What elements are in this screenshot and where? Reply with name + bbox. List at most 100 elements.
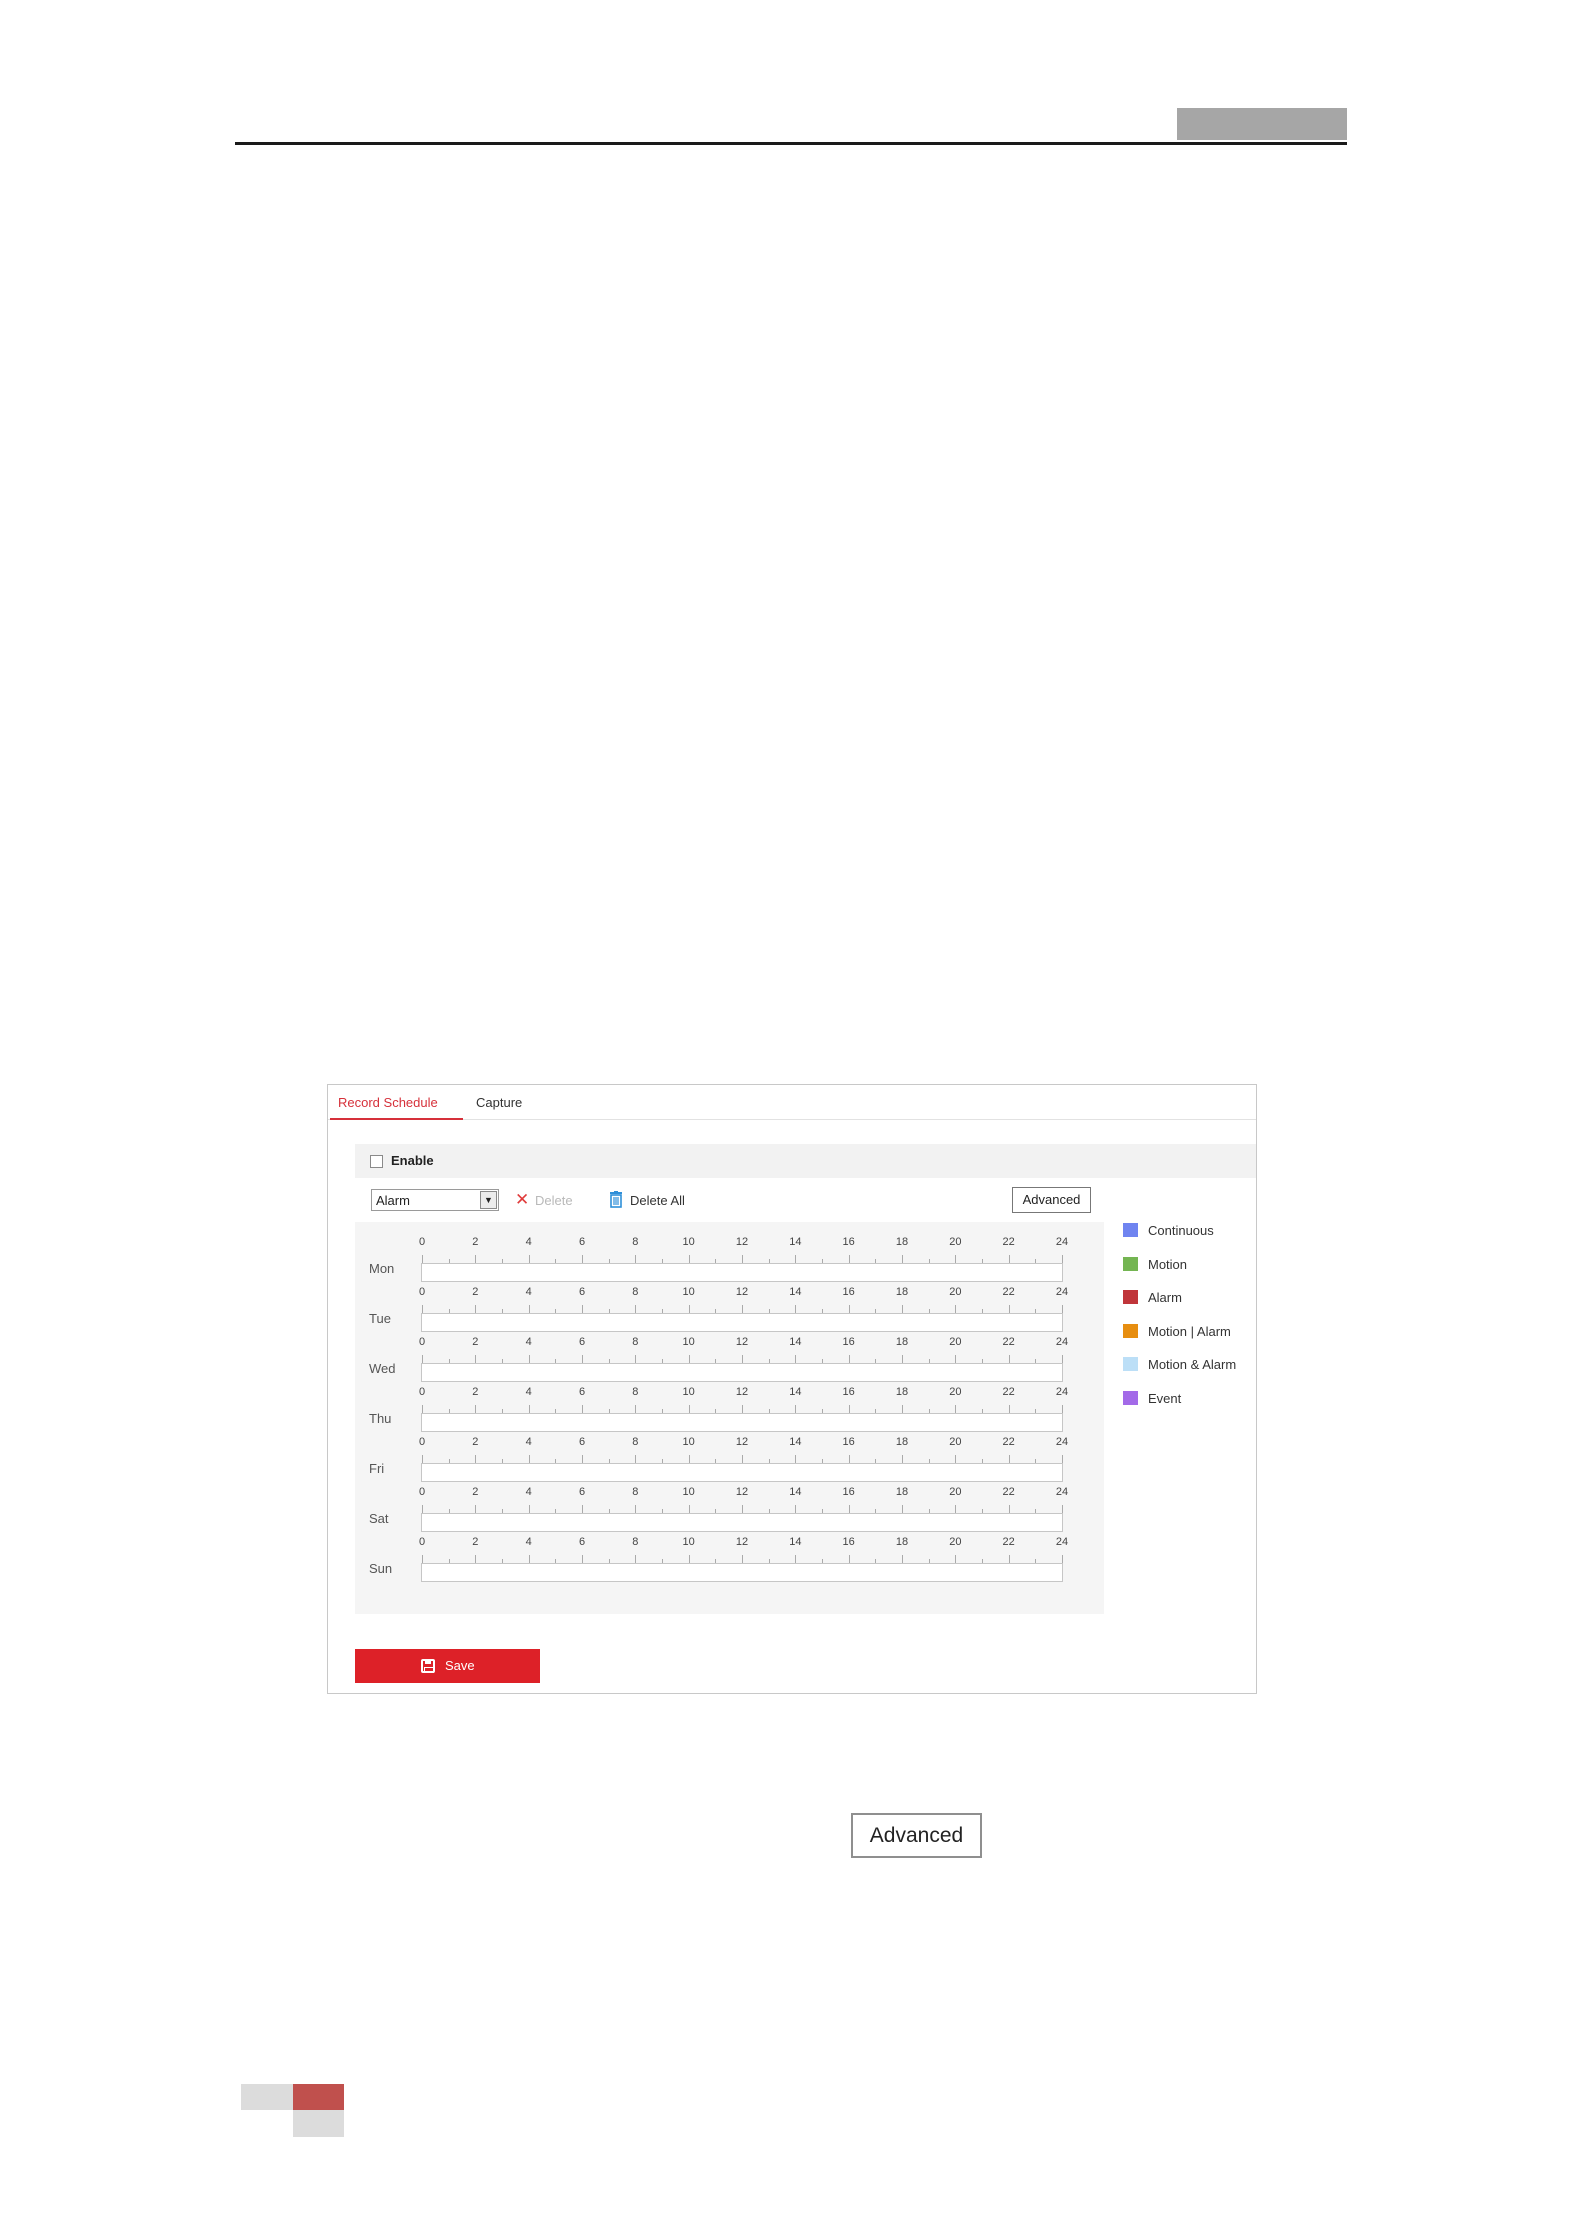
hour-tick-label: 6 xyxy=(578,1436,586,1448)
hour-tick-label: 14 xyxy=(789,1236,802,1248)
hour-tick-mark xyxy=(475,1305,477,1313)
enable-label: Enable xyxy=(391,1153,434,1168)
hour-tick-mark xyxy=(742,1305,743,1313)
hour-tick-label: 22 xyxy=(1002,1236,1015,1248)
advanced-button[interactable]: Advanced xyxy=(1012,1187,1091,1213)
hour-tick-label: 24 xyxy=(1055,1386,1069,1398)
hour-tick-mark xyxy=(635,1555,637,1563)
save-label: Save xyxy=(445,1658,475,1673)
hour-tick-mark xyxy=(1062,1405,1063,1413)
hour-tick-mark xyxy=(848,1505,850,1513)
day-timeline-bar[interactable] xyxy=(421,1263,1063,1282)
hour-tick-label: 2 xyxy=(472,1336,479,1348)
hour-tick-mark xyxy=(955,1305,957,1313)
hour-tick-label: 24 xyxy=(1055,1286,1069,1298)
footer-block-red xyxy=(293,2084,344,2110)
hour-tick-mark xyxy=(848,1355,850,1363)
record-schedule-panel: Record Schedule Capture Enable Alarm ▼ ✕… xyxy=(327,1084,1257,1694)
tab-capture[interactable]: Capture xyxy=(476,1095,522,1110)
hour-tick-label: 0 xyxy=(418,1486,426,1498)
hour-tick-label: 4 xyxy=(525,1386,532,1398)
hour-tick-label: 4 xyxy=(525,1486,532,1498)
day-timeline-bar[interactable] xyxy=(421,1313,1063,1332)
enable-checkbox[interactable] xyxy=(370,1155,383,1168)
hour-tick-mark xyxy=(635,1355,637,1363)
tab-record-schedule[interactable]: Record Schedule xyxy=(338,1095,438,1110)
hour-tick-label: 12 xyxy=(735,1336,749,1348)
hour-tick-label: 16 xyxy=(842,1336,855,1348)
hour-tick-mark xyxy=(955,1455,957,1463)
hour-tick-label: 24 xyxy=(1055,1236,1069,1248)
hour-tick-mark xyxy=(1008,1355,1010,1363)
hour-tick-mark xyxy=(902,1455,903,1463)
hour-tick-mark xyxy=(635,1255,637,1263)
hour-tick-mark xyxy=(795,1255,797,1263)
hour-tick-mark xyxy=(848,1455,850,1463)
hour-tick-label: 12 xyxy=(735,1286,749,1298)
advanced-button-large[interactable]: Advanced xyxy=(851,1813,982,1858)
hour-tick-label: 10 xyxy=(682,1486,695,1498)
legend-swatch xyxy=(1123,1290,1138,1304)
hour-tick-label: 4 xyxy=(525,1536,532,1548)
day-timeline-bar[interactable] xyxy=(421,1363,1063,1382)
hour-tick-label: 10 xyxy=(682,1336,695,1348)
hour-tick-mark xyxy=(1062,1455,1063,1463)
save-button[interactable]: Save xyxy=(355,1649,540,1683)
hour-tick-label: 24 xyxy=(1055,1486,1069,1498)
hour-tick-label: 8 xyxy=(632,1536,639,1548)
day-label: Sat xyxy=(369,1511,389,1526)
hour-tick-label: 12 xyxy=(735,1436,749,1448)
hour-tick-mark xyxy=(1008,1505,1010,1513)
legend-item: Event xyxy=(1123,1388,1258,1408)
chevron-down-icon[interactable]: ▼ xyxy=(480,1191,497,1209)
enable-row: Enable xyxy=(355,1144,1256,1178)
hour-tick-label: 18 xyxy=(895,1236,909,1248)
day-timeline-bar[interactable] xyxy=(421,1563,1063,1582)
day-timeline-bar[interactable] xyxy=(421,1463,1063,1482)
hour-tick-mark xyxy=(1008,1405,1010,1413)
hour-tick-mark xyxy=(528,1555,530,1563)
legend-item: Alarm xyxy=(1123,1287,1258,1307)
hour-tick-mark xyxy=(848,1305,850,1313)
hour-tick-label: 6 xyxy=(578,1536,586,1548)
hour-tick-mark xyxy=(848,1255,850,1263)
hour-tick-mark xyxy=(795,1505,797,1513)
hour-tick-label: 16 xyxy=(842,1386,855,1398)
legend-label: Motion & Alarm xyxy=(1148,1357,1237,1372)
hour-tick-mark xyxy=(475,1555,477,1563)
hour-tick-mark xyxy=(528,1455,530,1463)
hour-tick-mark xyxy=(742,1505,743,1513)
hour-tick-mark xyxy=(848,1405,850,1413)
hour-tick-label: 14 xyxy=(789,1336,802,1348)
hour-ticks xyxy=(421,1455,1063,1463)
day-row: Fri 0 2 4 6 8 10 12 14 16 18 20 22 24 xyxy=(355,1436,1104,1486)
legend-swatch xyxy=(1123,1256,1138,1271)
day-label: Wed xyxy=(369,1361,396,1376)
hour-tick-mark xyxy=(688,1505,690,1513)
hour-tick-mark xyxy=(1008,1455,1010,1463)
day-label: Sun xyxy=(369,1561,393,1576)
hour-tick-label: 16 xyxy=(842,1286,855,1298)
hour-tick-mark xyxy=(422,1355,423,1363)
hour-tick-label: 8 xyxy=(632,1236,639,1248)
hour-tick-mark xyxy=(582,1305,583,1313)
hour-tick-label: 22 xyxy=(1002,1286,1015,1298)
day-timeline-bar[interactable] xyxy=(421,1413,1063,1432)
hour-tick-mark xyxy=(422,1555,423,1563)
hour-ticks xyxy=(421,1355,1063,1363)
hour-tick-label: 24 xyxy=(1055,1436,1069,1448)
legend-label: Continuous xyxy=(1148,1223,1214,1238)
hour-tick-label: 18 xyxy=(895,1336,909,1348)
hour-tick-mark xyxy=(422,1305,423,1313)
hour-tick-mark xyxy=(528,1505,530,1513)
hour-tick-label: 0 xyxy=(418,1386,426,1398)
hour-tick-mark xyxy=(955,1255,957,1263)
schedule-type-select[interactable]: Alarm ▼ xyxy=(371,1189,499,1211)
day-timeline-bar[interactable] xyxy=(421,1513,1063,1532)
hour-tick-label: 2 xyxy=(472,1286,479,1298)
hour-tick-label: 10 xyxy=(682,1536,695,1548)
footer-block-gray-lower xyxy=(293,2110,344,2137)
hour-tick-mark xyxy=(635,1405,637,1413)
hour-tick-label: 12 xyxy=(735,1236,749,1248)
hour-tick-mark xyxy=(1008,1555,1010,1563)
